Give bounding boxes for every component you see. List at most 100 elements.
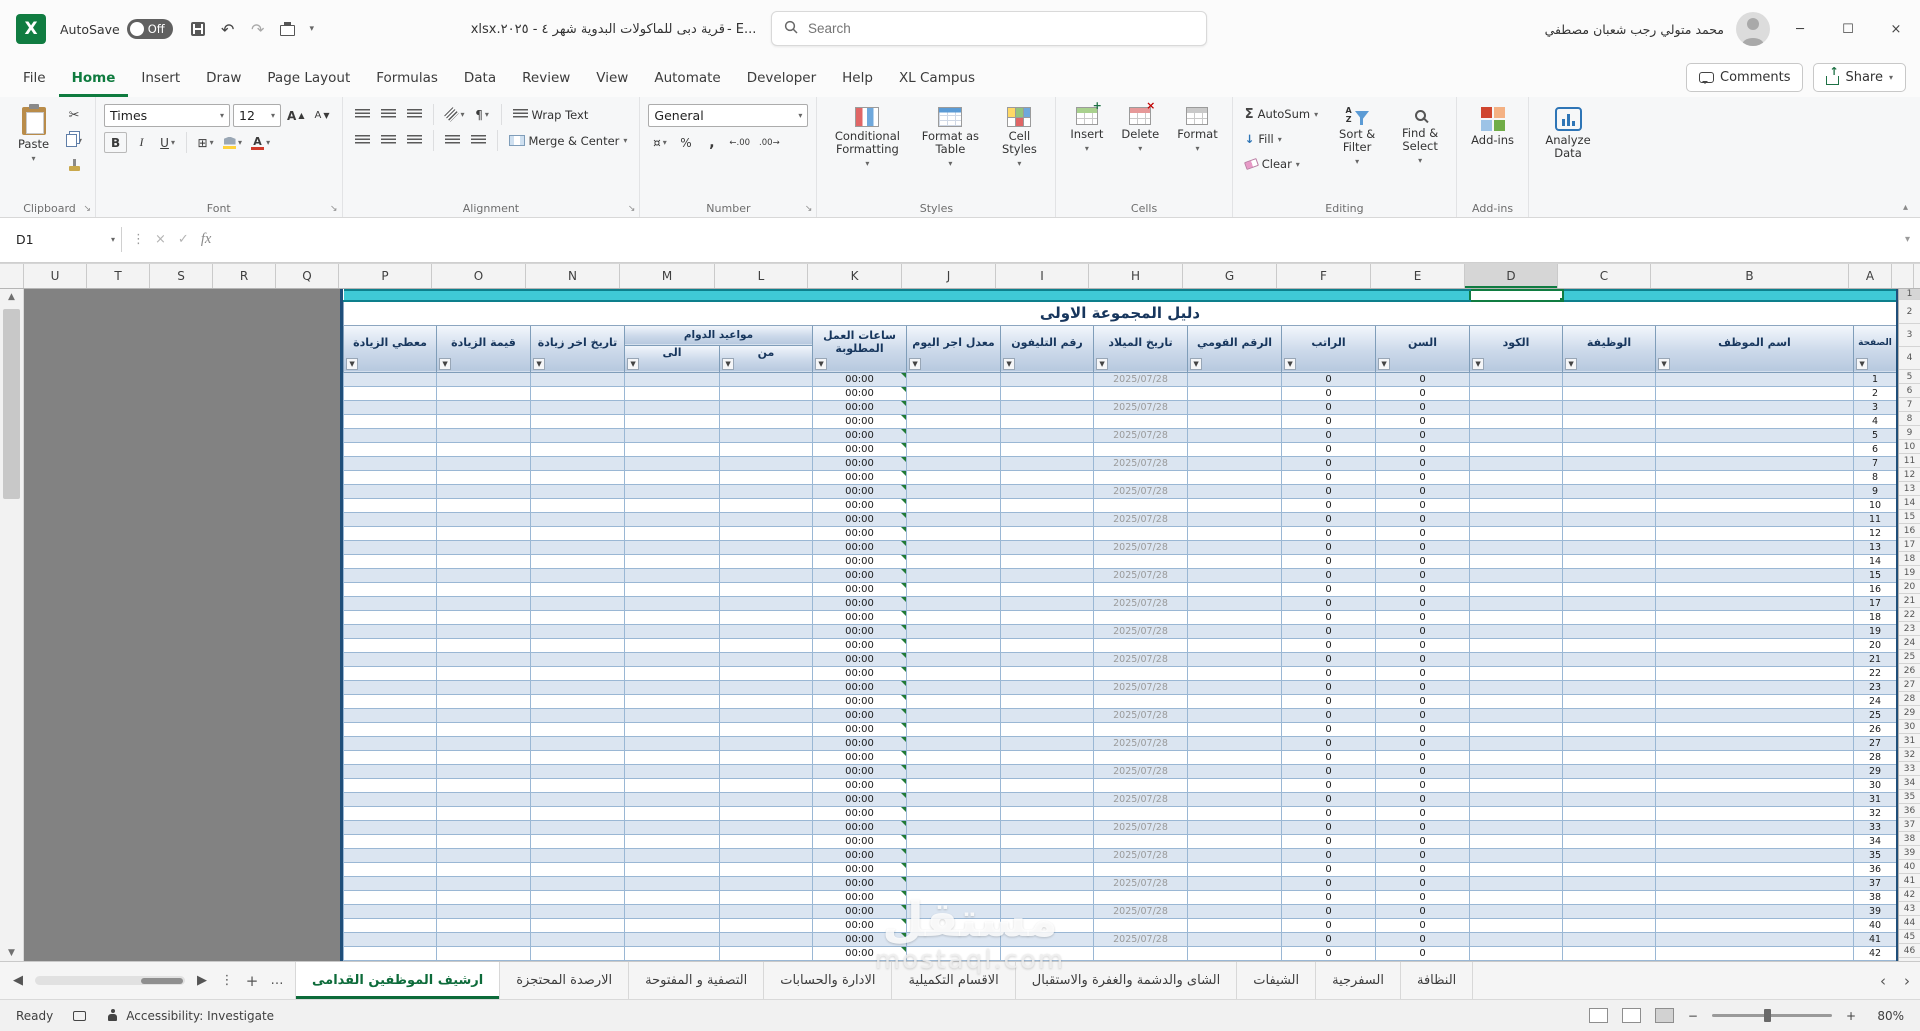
- cell[interactable]: 0: [1281, 848, 1376, 864]
- row-number-41[interactable]: 41: [1899, 874, 1920, 888]
- cell[interactable]: [436, 652, 531, 668]
- cell[interactable]: 00:00: [812, 442, 907, 458]
- cell[interactable]: [1469, 904, 1563, 920]
- cell[interactable]: 18: [1853, 610, 1896, 626]
- cell[interactable]: 0: [1375, 414, 1470, 430]
- cell[interactable]: [1655, 778, 1854, 794]
- cell[interactable]: [530, 750, 625, 766]
- cell[interactable]: [906, 442, 1001, 458]
- cell[interactable]: [343, 778, 437, 794]
- align-bottom-button[interactable]: [403, 104, 426, 125]
- cell[interactable]: 00:00: [812, 820, 907, 836]
- scroll-up-icon[interactable]: ▲: [0, 292, 23, 302]
- ribbon-tab-home[interactable]: Home: [59, 58, 129, 97]
- zoom-slider-thumb[interactable]: [1763, 1009, 1771, 1022]
- cell[interactable]: [1469, 946, 1563, 961]
- cell[interactable]: [1469, 442, 1563, 458]
- cell[interactable]: 0: [1281, 750, 1376, 766]
- undo-button[interactable]: ↶: [213, 14, 243, 44]
- cell[interactable]: 00:00: [812, 904, 907, 920]
- cell[interactable]: [343, 708, 437, 724]
- cell[interactable]: [1469, 568, 1563, 584]
- save-button[interactable]: [183, 14, 213, 44]
- formula-input[interactable]: [221, 226, 1895, 252]
- row-number-10[interactable]: 10: [1899, 440, 1920, 454]
- number-format-combo[interactable]: General ▾: [648, 104, 809, 127]
- cell[interactable]: [1469, 512, 1563, 528]
- italic-button[interactable]: I: [130, 132, 153, 153]
- cell[interactable]: [1000, 848, 1094, 864]
- cell[interactable]: [343, 792, 437, 808]
- cell[interactable]: [1655, 456, 1854, 472]
- sort-filter-button[interactable]: AZ Sort & Filter ▾: [1328, 104, 1386, 199]
- cell[interactable]: 0: [1375, 932, 1470, 948]
- cell[interactable]: 0: [1375, 582, 1470, 598]
- cell[interactable]: 0: [1281, 806, 1376, 822]
- row-number-13[interactable]: 13: [1899, 482, 1920, 496]
- cell[interactable]: [1187, 540, 1282, 556]
- cell[interactable]: [1655, 932, 1854, 948]
- cell[interactable]: [719, 289, 813, 302]
- cell[interactable]: [1469, 526, 1563, 542]
- cell[interactable]: [1093, 498, 1188, 514]
- cell[interactable]: [1655, 582, 1854, 598]
- row-number-2[interactable]: 2: [1899, 300, 1920, 324]
- cell[interactable]: [436, 568, 531, 584]
- splitter-icon[interactable]: ⋮: [219, 973, 235, 988]
- cell[interactable]: [1093, 890, 1188, 906]
- cell[interactable]: [436, 526, 531, 542]
- cell[interactable]: [1187, 750, 1282, 766]
- cell[interactable]: [530, 498, 625, 514]
- filter-dropdown-D[interactable]: ▼: [1472, 358, 1484, 371]
- cell[interactable]: 0: [1281, 890, 1376, 906]
- print-button[interactable]: [273, 14, 303, 44]
- cell[interactable]: 26: [1853, 722, 1896, 738]
- horizontal-scrollbar[interactable]: [35, 976, 185, 985]
- table-header-M[interactable]: الى ▼: [624, 344, 720, 374]
- fill-button[interactable]: ↓ Fill ▾: [1241, 129, 1322, 149]
- table-header-B[interactable]: اسم الموظف ▼: [1655, 324, 1854, 374]
- cell[interactable]: [436, 820, 531, 836]
- column-header-L[interactable]: L: [715, 264, 808, 288]
- cell[interactable]: [1655, 442, 1854, 458]
- sheet-tab[interactable]: الارصدة المحتجزة: [500, 962, 630, 999]
- cell[interactable]: [1093, 862, 1188, 878]
- sheet-tab[interactable]: ارشيف الموظفين القدامى: [295, 962, 501, 999]
- cell[interactable]: [719, 372, 813, 388]
- cell[interactable]: [906, 946, 1001, 961]
- cell[interactable]: [1093, 554, 1188, 570]
- cell[interactable]: [1187, 918, 1282, 934]
- decrease-indent-button[interactable]: [441, 130, 464, 151]
- cell[interactable]: 0: [1281, 708, 1376, 724]
- cell[interactable]: 2025/07/28: [1093, 932, 1188, 948]
- cell[interactable]: [436, 904, 531, 920]
- cell[interactable]: [530, 806, 625, 822]
- column-header-J[interactable]: J: [902, 264, 996, 288]
- cell[interactable]: 0: [1375, 834, 1470, 850]
- cell[interactable]: [1093, 526, 1188, 542]
- percent-style-button[interactable]: %: [674, 132, 697, 153]
- cell[interactable]: 00:00: [812, 792, 907, 808]
- cell[interactable]: [1562, 498, 1656, 514]
- cell[interactable]: [1187, 498, 1282, 514]
- cell[interactable]: [1469, 890, 1563, 906]
- cell[interactable]: 0: [1281, 400, 1376, 416]
- cell[interactable]: [530, 372, 625, 388]
- cell[interactable]: [1469, 932, 1563, 948]
- cell[interactable]: [906, 680, 1001, 696]
- cell[interactable]: [530, 834, 625, 850]
- search-bar[interactable]: [771, 11, 1207, 46]
- font-size-combo[interactable]: 12 ▾: [233, 104, 282, 127]
- column-header-C[interactable]: C: [1558, 264, 1651, 288]
- name-box[interactable]: D1 ▾: [10, 226, 122, 252]
- cell[interactable]: 24: [1853, 694, 1896, 710]
- row-number-31[interactable]: 31: [1899, 734, 1920, 748]
- cell[interactable]: 0: [1375, 750, 1470, 766]
- row-number-36[interactable]: 36: [1899, 804, 1920, 818]
- row-number-33[interactable]: 33: [1899, 762, 1920, 776]
- cell[interactable]: 0: [1281, 596, 1376, 612]
- cell[interactable]: [1187, 680, 1282, 696]
- cell[interactable]: [1000, 386, 1094, 402]
- cell[interactable]: [624, 876, 720, 892]
- cell[interactable]: [530, 862, 625, 878]
